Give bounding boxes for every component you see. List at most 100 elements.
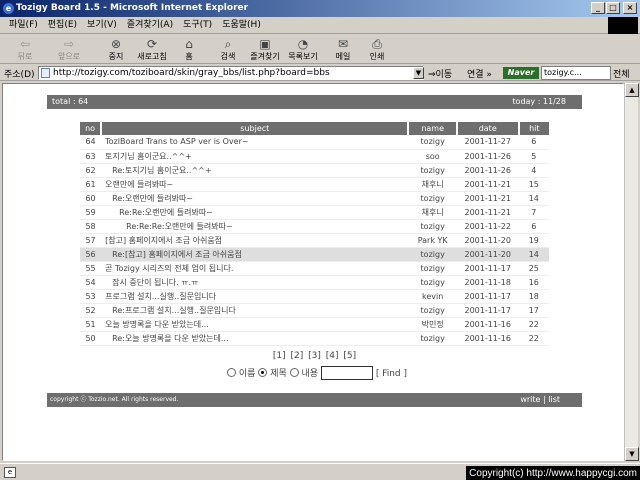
table-row[interactable]: 62 Re:토지기님 홈이군요..^^+ tozigy 2001-11-26 4 xyxy=(80,163,549,178)
post-number: 51 xyxy=(80,317,102,332)
page-link[interactable]: [2] xyxy=(290,351,305,361)
scroll-down-button[interactable]: ▼ xyxy=(625,447,639,461)
post-date: 2001-11-20 xyxy=(456,247,519,262)
menu-tools[interactable]: 도구(T) xyxy=(178,17,217,34)
naver-logo[interactable]: Naver xyxy=(503,67,539,79)
table-row[interactable]: 64 TozlBoard Trans to ASP ver is Over~ toz… xyxy=(80,135,549,150)
search-by-subject-radio[interactable] xyxy=(258,368,268,377)
post-subject-link[interactable]: Re:토지기님 홈이군요..^^+ xyxy=(101,163,409,178)
post-subject-link[interactable]: Re:Re:오랜만에 들려봐따~ xyxy=(101,205,409,220)
post-subject-link[interactable]: Re:프로그램 설치...실행..질문입니다 xyxy=(101,303,409,318)
post-hits: 16 xyxy=(518,275,549,290)
post-hits: 22 xyxy=(518,331,549,346)
stop-button[interactable]: ⊗ 중지 xyxy=(97,36,135,63)
address-dropdown-button[interactable]: ▼ xyxy=(413,67,424,79)
post-subject-link[interactable]: Re:[참고] 홈페이지에서 조금 아쉬움점 xyxy=(101,247,409,262)
post-subject-link[interactable]: 곧 Tozigy 시리즈의 전체 업이 됩니다. xyxy=(101,261,409,276)
table-row[interactable]: 63 토지기님 홈이군요..^^+ soo 2001-11-26 5 xyxy=(80,149,549,164)
table-row[interactable]: 54 잠시 중단이 됩니다. ㅠ.ㅠ tozigy 2001-11-18 16 xyxy=(80,275,549,290)
table-row[interactable]: 56 Re:[참고] 홈페이지에서 조금 아쉬움점 tozigy 2001-11-20… xyxy=(80,247,549,262)
address-input[interactable]: http://tozigy.com/toziboard/skin/gray_bb… xyxy=(38,66,424,80)
total-count: total : 64 xyxy=(52,97,89,106)
close-button[interactable]: × xyxy=(623,2,637,14)
board: total : 64 today : 11/28 no subject name… xyxy=(47,95,582,408)
post-subject-link[interactable]: Re:오늘 방명록을 다운 받았는데... xyxy=(101,331,409,346)
menu-bar: 파일(F) 편집(E) 보기(V) 즐겨찾기(A) 도구(T) 도움말(H) xyxy=(0,17,640,34)
table-row[interactable]: 50 Re:오늘 방명록을 다운 받았는데... tozigy 2001-11-16 2… xyxy=(80,331,549,346)
history-button[interactable]: ◔ 목록보기 xyxy=(284,36,322,63)
post-subject-link[interactable]: TozlBoard Trans to ASP ver is Over~ xyxy=(101,135,409,150)
post-author: soo xyxy=(408,149,457,164)
refresh-button[interactable]: ⟳ 새로고침 xyxy=(133,36,171,63)
page-link[interactable]: [3] xyxy=(307,351,322,361)
table-row[interactable]: 61 오랜만에 들려봐따~ 채후니 2001-11-21 15 xyxy=(80,177,549,192)
post-date: 2001-11-16 xyxy=(456,317,519,332)
home-button[interactable]: ⌂ 홈 xyxy=(170,36,208,63)
table-row[interactable]: 60 Re:오랜만에 들려봐따~ tozigy 2001-11-21 14 xyxy=(80,191,549,206)
board-header-bar: total : 64 today : 11/28 xyxy=(47,95,582,109)
post-subject-link[interactable]: Re:오랜만에 들려봐따~ xyxy=(101,191,409,206)
mail-button[interactable]: ✉ 메일 xyxy=(324,36,362,63)
post-subject-link[interactable]: 토지기님 홈이군요..^^+ xyxy=(101,149,409,164)
minimize-button[interactable]: _ xyxy=(591,2,605,14)
write-link[interactable]: write xyxy=(520,395,540,404)
post-number: 64 xyxy=(80,135,102,150)
post-number: 54 xyxy=(80,275,102,290)
menu-favorites[interactable]: 즐겨찾기(A) xyxy=(122,17,178,34)
search-icon: ⌕ xyxy=(224,37,232,51)
toolbar: ⇦ 뒤로 ⇨ 앞으로 ⊗ 중지 ⟳ 새로고침 ⌂ 홈 ⌕ 검색 ▣ 즐겨찾기 ◔ 목록보기 ✉ 메… xyxy=(0,35,640,64)
forward-arrow-icon: ⇨ xyxy=(63,37,75,51)
post-date: 2001-11-18 xyxy=(456,275,519,290)
post-subject-link[interactable]: Re:Re:Re:오랜만에 들려봐따~ xyxy=(101,219,409,234)
post-hits: 5 xyxy=(518,149,549,164)
site-copyright: Copyright(c) http://www.happycgi.com xyxy=(466,466,640,480)
menu-view[interactable]: 보기(V) xyxy=(82,17,122,34)
go-button[interactable]: ⇒이동 xyxy=(428,67,452,80)
table-row[interactable]: 55 곧 Tozigy 시리즈의 전체 업이 됩니다. tozigy 2001-11-… xyxy=(80,261,549,276)
post-subject-link[interactable]: 오랜만에 들려봐따~ xyxy=(101,177,409,192)
scroll-up-button[interactable]: ▲ xyxy=(625,83,639,97)
page-link[interactable]: [5] xyxy=(342,351,357,361)
menu-edit[interactable]: 편집(E) xyxy=(43,17,82,34)
list-link[interactable]: list xyxy=(548,395,560,404)
post-hits: 6 xyxy=(518,135,549,150)
naver-search-input[interactable]: tozigy.c... xyxy=(541,66,611,80)
menu-help[interactable]: 도움말(H) xyxy=(217,17,266,34)
search-by-name-radio[interactable] xyxy=(227,368,236,377)
print-button[interactable]: ⎙ 인쇄 xyxy=(358,36,396,63)
vertical-scrollbar[interactable]: ▲ ▼ xyxy=(624,83,639,461)
page-link[interactable]: [4] xyxy=(325,351,340,361)
post-subject-link[interactable]: 잠시 중단이 됩니다. ㅠ.ㅠ xyxy=(101,275,409,290)
menu-file[interactable]: 파일(F) xyxy=(4,17,43,34)
ie-logo-icon: e xyxy=(3,3,14,14)
post-subject-link[interactable]: [참고] 홈페이지에서 조금 아쉬움점 xyxy=(101,233,409,248)
table-row[interactable]: 59 Re:Re:오랜만에 들려봐따~ 채후니 2001-11-21 7 xyxy=(80,205,549,220)
search-all-button[interactable]: 전체 xyxy=(613,67,630,80)
table-row[interactable]: 57 [참고] 홈페이지에서 조금 아쉬움점 Park YK 2001-11-20 19 xyxy=(80,233,549,248)
search-button[interactable]: ⌕ 검색 xyxy=(209,36,247,63)
post-date: 2001-11-21 xyxy=(456,177,519,192)
favorites-button[interactable]: ▣ 즐겨찾기 xyxy=(246,36,284,63)
links-button[interactable]: 연결 » xyxy=(467,67,492,80)
table-row[interactable]: 52 Re:프로그램 설치...실행..질문입니다 tozigy 2001-11-17… xyxy=(80,303,549,318)
forward-button[interactable]: ⇨ 앞으로 xyxy=(50,36,88,63)
post-subject-link[interactable]: 프로그램 설치...실행..질문입니다 xyxy=(101,289,409,304)
title-bar: e Tozigy Board 1.5 - Microsoft Internet … xyxy=(0,0,640,17)
post-date: 2001-11-21 xyxy=(456,191,519,206)
post-hits: 4 xyxy=(518,163,549,178)
search-by-content-radio[interactable] xyxy=(289,368,299,377)
maximize-button[interactable]: □ xyxy=(606,2,620,14)
post-subject-link[interactable]: 오늘 방명록을 다운 받았는데... xyxy=(101,317,409,332)
table-row[interactable]: 58 Re:Re:Re:오랜만에 들려봐따~ tozigy 2001-11-22 6 xyxy=(80,219,549,234)
find-input[interactable] xyxy=(320,366,373,380)
address-url: http://tozigy.com/toziboard/skin/gray_bb… xyxy=(53,68,330,78)
table-row[interactable]: 51 오늘 방명록을 다운 받았는데... 박민정 2001-11-16 22 xyxy=(80,317,549,332)
find-button[interactable]: [ Find ] xyxy=(376,369,407,379)
post-hits: 15 xyxy=(518,177,549,192)
post-date: 2001-11-17 xyxy=(456,261,519,276)
post-number: 57 xyxy=(80,233,102,248)
post-hits: 25 xyxy=(518,261,549,276)
back-button[interactable]: ⇦ 뒤로 xyxy=(6,36,44,63)
table-row[interactable]: 53 프로그램 설치...실행..질문입니다 kevin 2001-11-17 18 xyxy=(80,289,549,304)
page-link[interactable]: [1] xyxy=(272,351,287,361)
